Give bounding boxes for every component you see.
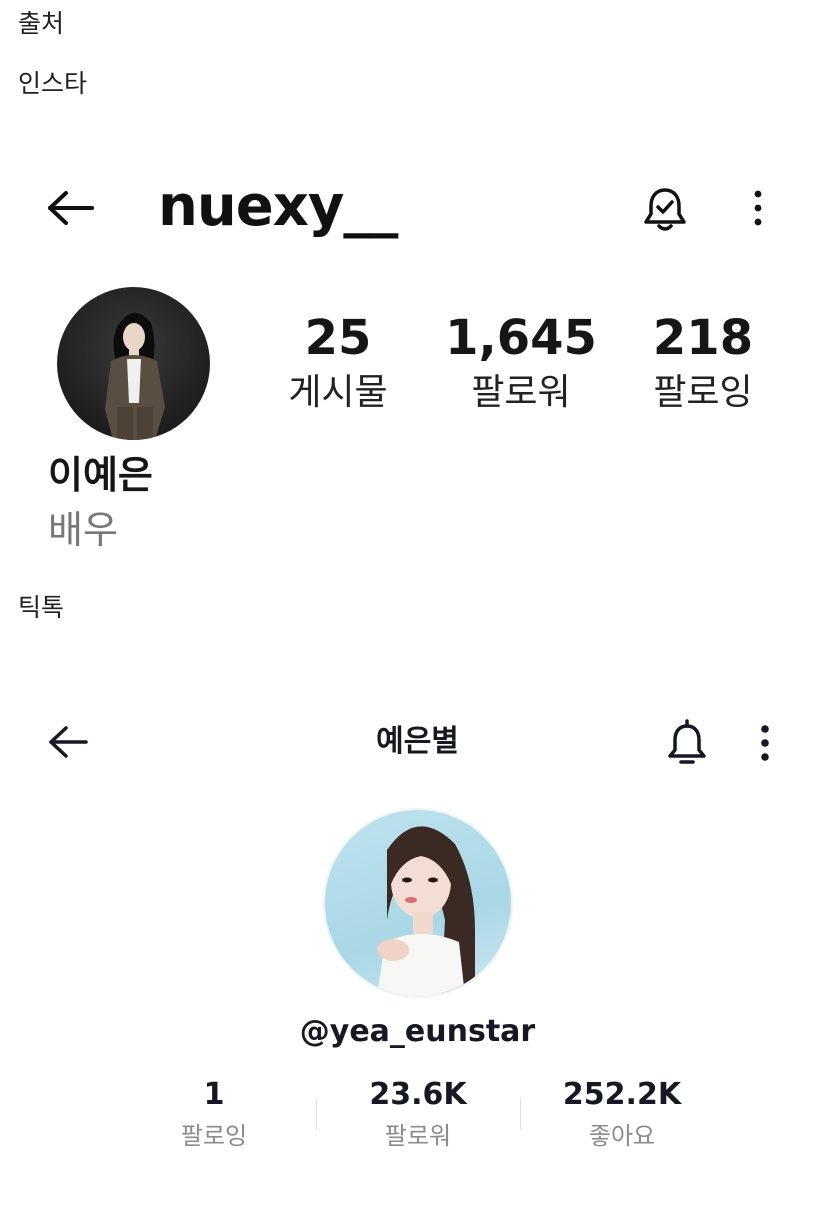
profile-handle: @yea_eunstar (299, 1014, 536, 1049)
stat-divider (316, 1098, 317, 1130)
profile-bio: 배우 (48, 508, 118, 552)
notification-bell-check-icon[interactable] (642, 184, 688, 232)
stat-followers-label: 팔로워 (471, 372, 571, 413)
stat-divider (520, 1098, 521, 1130)
more-vertical-icon[interactable] (752, 722, 778, 766)
profile-avatar[interactable] (325, 810, 511, 996)
notification-bell-icon[interactable] (664, 718, 710, 766)
stat-likes[interactable]: 252.2K 좋아요 (532, 1074, 712, 1156)
tiktok-caption: 틱톡 (18, 593, 65, 622)
source-caption: 출처 (18, 9, 65, 38)
stat-following[interactable]: 1 팔로잉 (124, 1074, 304, 1156)
profile-username: nuexy__ (158, 174, 398, 239)
stat-following-label: 팔로잉 (180, 1122, 248, 1150)
stat-followers[interactable]: 23.6K 팔로워 (328, 1074, 508, 1156)
stat-followers[interactable]: 1,645 팔로워 (436, 308, 606, 418)
stat-following-value: 218 (652, 310, 754, 366)
stat-followers-value: 1,645 (445, 310, 597, 366)
profile-avatar[interactable] (57, 287, 210, 440)
stat-following-value: 1 (203, 1077, 225, 1112)
stat-following[interactable]: 218 팔로잉 (618, 308, 788, 418)
stat-followers-label: 팔로워 (384, 1122, 452, 1150)
stat-likes-label: 좋아요 (588, 1122, 656, 1150)
instagram-caption: 인스타 (18, 69, 88, 98)
profile-name: 이예은 (48, 453, 153, 497)
stat-followers-value: 23.6K (369, 1077, 467, 1112)
stat-posts-label: 게시물 (288, 372, 388, 413)
stat-posts[interactable]: 25 게시물 (253, 308, 423, 418)
stat-likes-value: 252.2K (562, 1077, 682, 1112)
stat-posts-value: 25 (304, 310, 372, 366)
stat-following-label: 팔로잉 (653, 372, 753, 413)
back-arrow-icon[interactable] (46, 188, 96, 228)
more-vertical-icon[interactable] (746, 186, 770, 230)
